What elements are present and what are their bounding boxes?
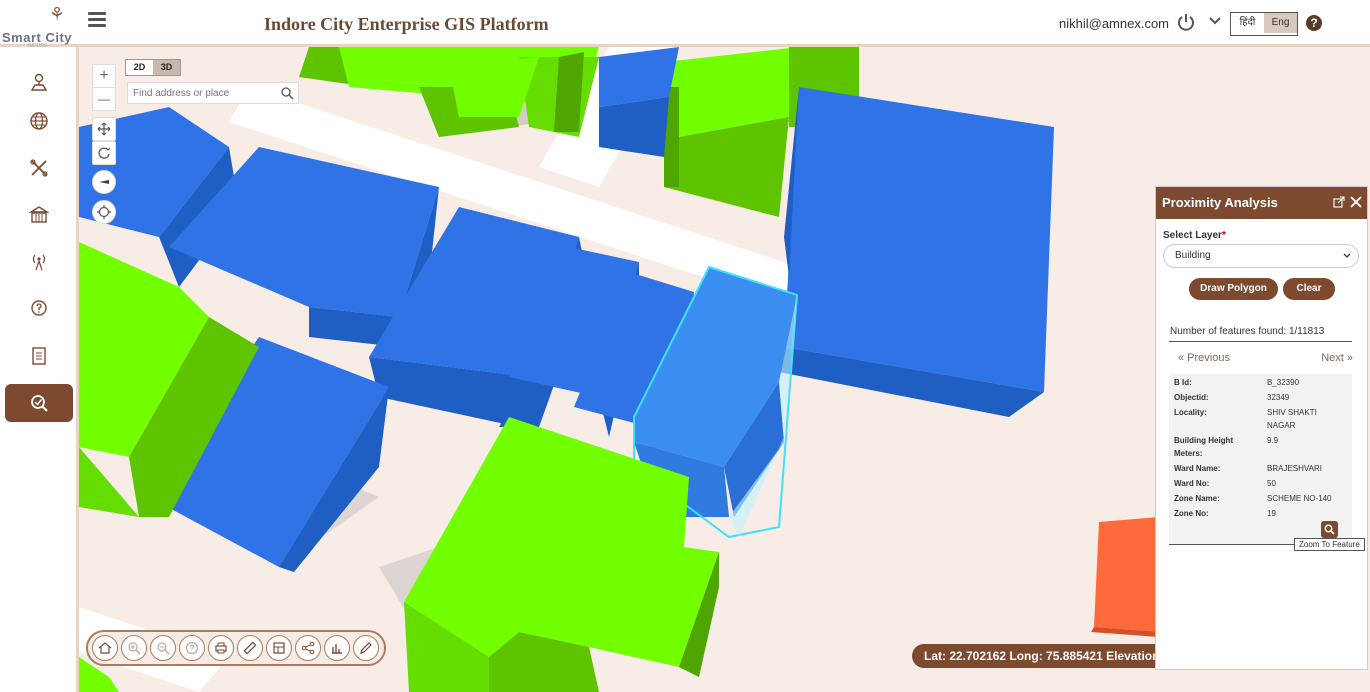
zoom-to-feature-button[interactable] (1321, 521, 1338, 538)
report-icon (32, 347, 46, 365)
zoom-out-button[interactable]: — (93, 87, 115, 110)
panel-title: Proximity Analysis (1162, 195, 1278, 210)
sidebar-item-map-pin[interactable] (5, 63, 73, 101)
pencil-icon (360, 642, 372, 654)
zoom-out-tool-button[interactable] (150, 635, 176, 661)
help-icon[interactable]: ? (1306, 15, 1322, 31)
view-2d-button[interactable]: 2D (126, 60, 153, 75)
lang-english-button[interactable]: Eng (1264, 13, 1297, 33)
features-found-text: Number of features found: 1/11813 (1170, 326, 1325, 337)
layers-button[interactable] (266, 635, 292, 661)
compass-button[interactable] (92, 170, 116, 194)
orange-building[interactable] (1091, 517, 1164, 637)
share-button[interactable] (295, 635, 321, 661)
globe-icon (30, 112, 48, 130)
sidebar-item-proximity-analysis[interactable] (5, 384, 73, 422)
pan-icon (97, 122, 111, 136)
chevron-down-icon[interactable] (1208, 15, 1222, 27)
bar-chart-icon (332, 644, 342, 654)
power-icon[interactable] (1176, 12, 1196, 32)
sidebar-item-globe[interactable] (5, 102, 73, 140)
search-icon (1324, 524, 1335, 535)
print-button[interactable] (208, 635, 234, 661)
popout-icon[interactable] (1333, 196, 1345, 208)
rotate-icon (98, 147, 111, 159)
search-input[interactable] (128, 83, 278, 104)
zoom-to-feature-tooltip: Zoom To Feature (1294, 538, 1365, 551)
app-header: ⚘ Smart City INDORE Indore City Enterpri… (0, 0, 1370, 49)
ruler-icon (243, 641, 257, 655)
sidebar-item-tools[interactable] (5, 149, 73, 187)
chevron-down-icon (1343, 253, 1351, 258)
user-email[interactable]: nikhil@amnex.com (1059, 16, 1169, 31)
zoom-in-button[interactable]: + (93, 65, 115, 87)
sidebar-item-antenna[interactable] (5, 243, 73, 281)
language-switch: हिंदी Eng (1230, 12, 1298, 36)
share-icon (301, 641, 315, 655)
locate-button[interactable] (92, 200, 116, 224)
identify-button[interactable] (179, 635, 205, 661)
required-mark: * (1221, 230, 1226, 241)
sidebar-item-building[interactable] (5, 196, 73, 234)
measure-button[interactable] (237, 635, 263, 661)
help-location-icon (31, 300, 47, 316)
view-mode-toggle: 2D 3D (125, 59, 181, 76)
blue-building[interactable] (779, 87, 1054, 417)
pan-button[interactable] (92, 117, 116, 141)
menu-icon[interactable] (88, 12, 106, 28)
zoom-in-tool-button[interactable] (121, 635, 147, 661)
antenna-icon (32, 254, 46, 271)
lang-hindi-button[interactable]: हिंदी (1231, 13, 1264, 33)
smart-city-logo: ⚘ Smart City INDORE (2, 2, 76, 49)
zoom-in-icon (128, 642, 141, 655)
sidebar-item-help-location[interactable] (5, 290, 73, 328)
next-button[interactable]: Next » (1321, 352, 1353, 364)
home-button[interactable] (92, 635, 118, 661)
panel-header: Proximity Analysis (1156, 187, 1367, 219)
map-search (127, 82, 299, 104)
zoom-controls: + — (92, 64, 116, 111)
select-layer-label: Select Layer* (1163, 230, 1226, 241)
clear-button[interactable]: Clear (1283, 278, 1335, 300)
divider (1169, 341, 1352, 342)
draw-button[interactable] (353, 635, 379, 661)
building-icon (29, 206, 49, 223)
tools-icon (30, 159, 48, 177)
print-icon (215, 642, 227, 654)
proximity-analysis-panel: Proximity Analysis Select Layer* Buildin… (1155, 186, 1368, 670)
map-pin-icon (30, 73, 48, 91)
chart-button[interactable] (324, 635, 350, 661)
previous-button[interactable]: « Previous (1178, 352, 1230, 364)
draw-polygon-button[interactable]: Draw Polygon (1189, 278, 1278, 300)
view-3d-button[interactable]: 3D (153, 60, 180, 75)
feature-attributes: B Id: B_32390 Objectid: 32349 Locality: SHI… (1169, 374, 1352, 544)
locate-icon (97, 205, 111, 219)
layer-select-value: Building (1175, 250, 1211, 261)
coordinates-readout: Lat: 22.702162 Long: 75.885421 Elevation… (912, 644, 1172, 668)
sidebar (0, 47, 79, 692)
search-icon[interactable] (280, 86, 294, 100)
rotate-button[interactable] (92, 141, 116, 165)
layer-select[interactable]: Building (1163, 244, 1359, 268)
layers-icon (273, 642, 285, 654)
compass-icon (99, 180, 109, 184)
sidebar-item-report[interactable] (5, 337, 73, 375)
logo-mark-icon: ⚘ (48, 4, 66, 25)
help-icon (185, 641, 199, 655)
proximity-analysis-icon (31, 395, 48, 412)
map-toolbar (86, 630, 386, 666)
home-icon (98, 642, 112, 654)
page-title: Indore City Enterprise GIS Platform (264, 14, 549, 34)
zoom-out-icon (157, 642, 170, 655)
close-icon[interactable] (1350, 196, 1362, 208)
